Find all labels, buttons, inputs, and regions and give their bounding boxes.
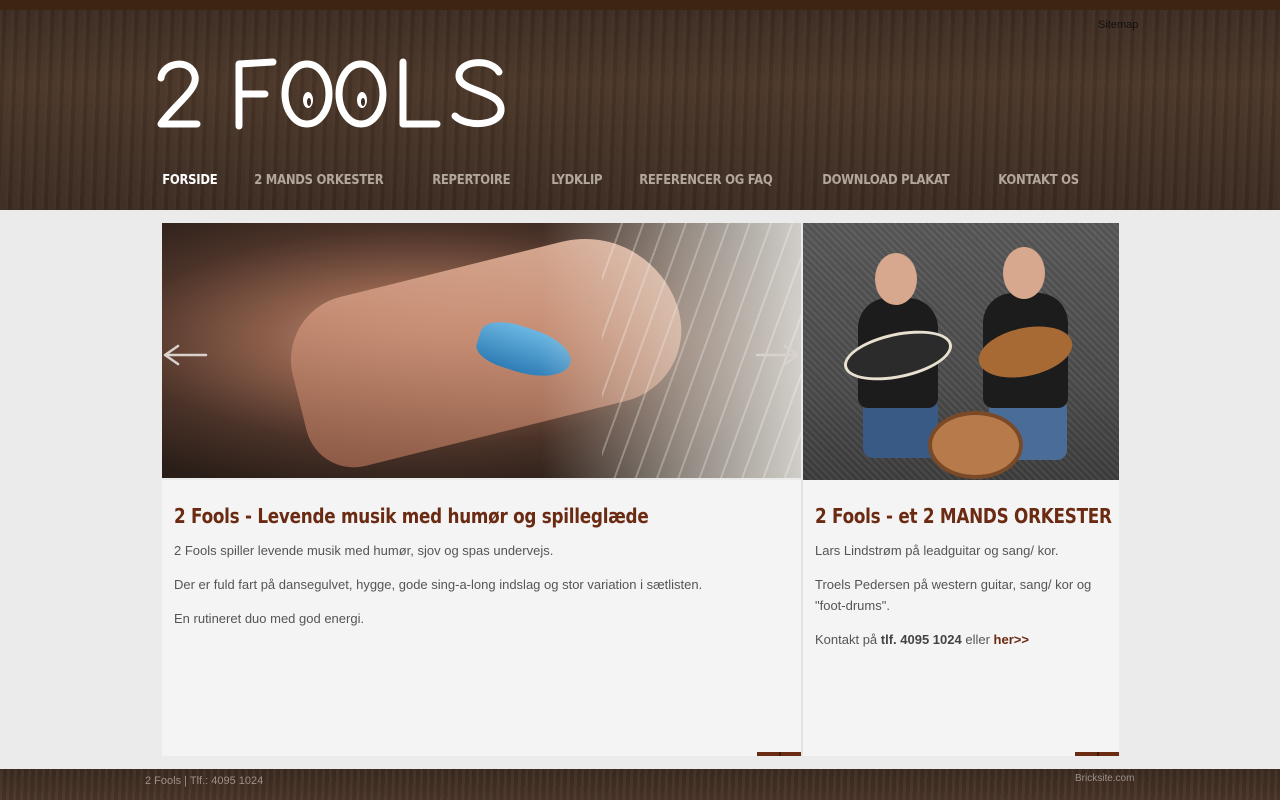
nav-item-forside[interactable]: FORSIDE bbox=[145, 162, 235, 198]
foot-drum bbox=[928, 411, 1023, 479]
site-header: Sitemap FORSIDE 2 MANDS ORKESTER REPERTO… bbox=[0, 0, 1280, 210]
contact-middle: eller bbox=[961, 632, 994, 647]
band-panel: 2 Fools - et 2 MANDS ORKESTER Lars Linds… bbox=[803, 480, 1119, 756]
band-paragraph: Troels Pedersen på western guitar, sang/… bbox=[815, 577, 1092, 613]
nav-item-referencer-og-faq[interactable]: REFERENCER OG FAQ bbox=[622, 162, 790, 198]
contact-prefix: Kontakt på bbox=[815, 632, 881, 647]
bricksite-link[interactable]: Bricksite.com bbox=[1075, 773, 1134, 784]
intro-title: 2 Fools - Levende musik med humør og spi… bbox=[174, 504, 649, 528]
nav-item-kontakt-os[interactable]: KONTAKT OS bbox=[981, 162, 1096, 198]
nav-item-2-mands-orkester[interactable]: 2 MANDS ORKESTER bbox=[237, 162, 401, 198]
site-logo[interactable] bbox=[155, 52, 515, 134]
image-slider bbox=[162, 223, 801, 478]
band-paragraph: Lars Lindstrøm på leadguitar og sang/ ko… bbox=[815, 543, 1059, 558]
arrow-right-icon[interactable] bbox=[755, 343, 801, 367]
panel-corner-accent bbox=[1075, 752, 1119, 756]
intro-paragraph: Der er fuld fart på dansegulvet, hygge, … bbox=[174, 577, 703, 592]
nav-item-lydklip[interactable]: LYDKLIP bbox=[534, 162, 619, 198]
intro-panel: 2 Fools - Levende musik med humør og spi… bbox=[162, 480, 801, 756]
intro-paragraph: 2 Fools spiller levende musik med humør,… bbox=[174, 543, 554, 558]
band-title: 2 Fools - et 2 MANDS ORKESTER bbox=[815, 504, 1112, 528]
contact-line: Kontakt på tlf. 4095 1024 eller her>> bbox=[815, 629, 1107, 650]
intro-paragraph: En rutineret duo med god energi. bbox=[174, 611, 365, 626]
site-footer: 2 Fools | Tlf.: 4095 1024 Bricksite.com bbox=[0, 769, 1280, 800]
contact-link[interactable]: her>> bbox=[994, 632, 1029, 647]
nav-item-repertoire[interactable]: REPERTOIRE bbox=[415, 162, 528, 198]
contact-phone: tlf. 4095 1024 bbox=[880, 632, 962, 647]
band-photo bbox=[803, 223, 1119, 480]
main-nav: FORSIDE 2 MANDS ORKESTER REPERTOIRE LYDK… bbox=[145, 162, 1102, 198]
nav-item-download-plakat[interactable]: DOWNLOAD PLAKAT bbox=[805, 162, 967, 198]
arrow-left-icon[interactable] bbox=[162, 343, 208, 367]
musician-2-head bbox=[1003, 247, 1045, 299]
panel-corner-accent bbox=[757, 752, 801, 756]
sitemap-link[interactable]: Sitemap bbox=[1098, 19, 1138, 31]
musician-1-head bbox=[875, 253, 917, 305]
footer-info: 2 Fools | Tlf.: 4095 1024 bbox=[145, 775, 264, 787]
